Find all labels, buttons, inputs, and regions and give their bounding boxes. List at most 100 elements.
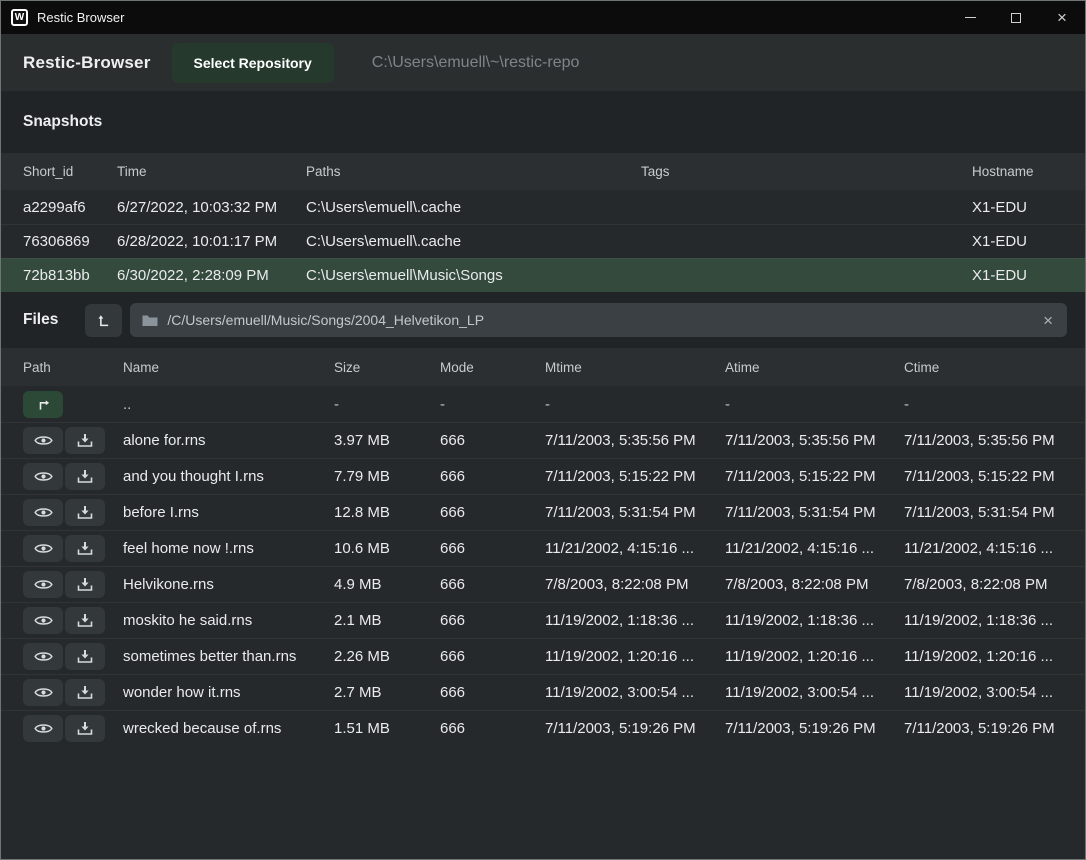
file-row: wonder how it.rns2.7 MB66611/19/2002, 3:…	[1, 674, 1085, 710]
file-actions	[23, 571, 123, 598]
file-ctime: 7/8/2003, 8:22:08 PM	[904, 576, 1085, 593]
file-mode: 666	[440, 432, 545, 449]
level-up-button[interactable]	[85, 304, 122, 337]
file-name: feel home now !.rns	[123, 540, 334, 557]
file-ctime: 11/21/2002, 4:15:16 ...	[904, 540, 1085, 557]
download-button[interactable]	[65, 499, 105, 526]
file-mode: 666	[440, 504, 545, 521]
file-atime: 7/11/2003, 5:19:26 PM	[725, 720, 904, 737]
download-button[interactable]	[65, 643, 105, 670]
eye-icon	[34, 542, 53, 555]
files-path-value: /C/Users/emuell/Music/Songs/2004_Helveti…	[167, 312, 1041, 328]
file-name: alone for.rns	[123, 432, 334, 449]
file-mtime: 7/11/2003, 5:15:22 PM	[545, 468, 725, 485]
column-header-size: Size	[334, 360, 440, 375]
file-name: ..	[123, 396, 334, 413]
folder-icon	[142, 314, 158, 327]
eye-icon	[34, 722, 53, 735]
file-row: feel home now !.rns10.6 MB666 11/21/2002,…	[1, 530, 1085, 566]
close-icon: ×	[1057, 9, 1067, 26]
preview-button[interactable]	[23, 607, 63, 634]
app-logo-icon: W	[11, 9, 28, 26]
file-atime: 11/19/2002, 1:20:16 ...	[725, 648, 904, 665]
file-row: sometimes better than.rns2.26 MB66611/19…	[1, 638, 1085, 674]
file-size: 2.1 MB	[334, 612, 440, 629]
snapshot-short-id: 76306869	[23, 233, 117, 250]
app-window: W Restic Browser × Restic-Browser Select…	[0, 0, 1086, 860]
file-ctime: 11/19/2002, 1:20:16 ...	[904, 648, 1085, 665]
window-title: Restic Browser	[37, 10, 124, 25]
file-size: 12.8 MB	[334, 504, 440, 521]
download-button[interactable]	[65, 715, 105, 742]
preview-button[interactable]	[23, 643, 63, 670]
minimize-button[interactable]	[947, 1, 993, 34]
snapshot-hostname: X1-EDU	[972, 267, 1085, 284]
snapshots-table: a2299af66/27/2022, 10:03:32 PMC:\Users\e…	[1, 190, 1085, 292]
file-row: and you thought I.rns7.79 MB6667/11/2003…	[1, 458, 1085, 494]
snapshot-row[interactable]: 72b813bb6/30/2022, 2:28:09 PMC:\Users\em…	[1, 258, 1085, 292]
preview-button[interactable]	[23, 679, 63, 706]
repository-path[interactable]: C:\Users\emuell\~\restic-repo	[372, 54, 580, 72]
file-mtime: 7/11/2003, 5:19:26 PM	[545, 720, 725, 737]
download-button[interactable]	[65, 427, 105, 454]
file-actions	[23, 391, 123, 418]
preview-button[interactable]	[23, 427, 63, 454]
preview-button[interactable]	[23, 571, 63, 598]
file-size: 10.6 MB	[334, 540, 440, 557]
eye-icon	[34, 506, 53, 519]
download-button[interactable]	[65, 463, 105, 490]
file-name: and you thought I.rns	[123, 468, 334, 485]
download-icon	[77, 577, 93, 592]
download-button[interactable]	[65, 571, 105, 598]
files-title: Files	[23, 311, 58, 329]
file-ctime: 7/11/2003, 5:19:26 PM	[904, 720, 1085, 737]
preview-button[interactable]	[23, 535, 63, 562]
file-row: alone for.rns3.97 MB666 7/11/2003, 5:35:5…	[1, 422, 1085, 458]
file-mode: 666	[440, 612, 545, 629]
file-mode: 666	[440, 540, 545, 557]
column-header-mtime: Mtime	[545, 360, 725, 375]
snapshot-row[interactable]: 763068696/28/2022, 10:01:17 PMC:\Users\e…	[1, 224, 1085, 258]
column-header-atime: Atime	[725, 360, 904, 375]
column-header-short-id: Short_id	[23, 164, 117, 179]
snapshot-time: 6/30/2022, 2:28:09 PM	[117, 267, 306, 284]
clear-path-button[interactable]: ×	[1041, 312, 1055, 329]
file-mtime: 11/19/2002, 3:00:54 ...	[545, 684, 725, 701]
file-name: sometimes better than.rns	[123, 648, 334, 665]
eye-icon	[34, 578, 53, 591]
preview-button[interactable]	[23, 499, 63, 526]
preview-button[interactable]	[23, 463, 63, 490]
file-mode: -	[440, 396, 545, 413]
snapshot-hostname: X1-EDU	[972, 233, 1085, 250]
snapshots-header-row: Short_idTimePathsTagsHostname	[1, 153, 1085, 190]
file-atime: 7/11/2003, 5:15:22 PM	[725, 468, 904, 485]
download-button[interactable]	[65, 679, 105, 706]
file-row: moskito he said.rns2.1 MB66611/19/2002, …	[1, 602, 1085, 638]
file-atime: 7/11/2003, 5:35:56 PM	[725, 432, 904, 449]
column-header-path: Path	[23, 360, 123, 375]
select-repository-button[interactable]: Select Repository	[172, 43, 334, 83]
parent-dir-button[interactable]	[23, 391, 63, 418]
preview-button[interactable]	[23, 715, 63, 742]
maximize-button[interactable]	[993, 1, 1039, 34]
file-size: 4.9 MB	[334, 576, 440, 593]
file-size: 3.97 MB	[334, 432, 440, 449]
file-ctime: 7/11/2003, 5:35:56 PM	[904, 432, 1085, 449]
file-actions	[23, 643, 123, 670]
close-button[interactable]: ×	[1039, 1, 1085, 34]
download-button[interactable]	[65, 607, 105, 634]
file-size: 2.26 MB	[334, 648, 440, 665]
download-button[interactable]	[65, 535, 105, 562]
files-path-input[interactable]: /C/Users/emuell/Music/Songs/2004_Helveti…	[130, 303, 1067, 337]
file-ctime: 7/11/2003, 5:15:22 PM	[904, 468, 1085, 485]
file-atime: 7/8/2003, 8:22:08 PM	[725, 576, 904, 593]
snapshot-row[interactable]: a2299af66/27/2022, 10:03:32 PMC:\Users\e…	[1, 190, 1085, 224]
column-header-hostname: Hostname	[972, 164, 1085, 179]
files-header-row: PathNameSizeModeMtimeAtimeCtime	[1, 348, 1085, 386]
eye-icon	[34, 650, 53, 663]
file-row: Helvikone.rns4.9 MB6667/8/2003, 8:22:08 …	[1, 566, 1085, 602]
snapshot-hostname: X1-EDU	[972, 199, 1085, 216]
eye-icon	[34, 686, 53, 699]
download-icon	[77, 685, 93, 700]
file-ctime: 7/11/2003, 5:31:54 PM	[904, 504, 1085, 521]
